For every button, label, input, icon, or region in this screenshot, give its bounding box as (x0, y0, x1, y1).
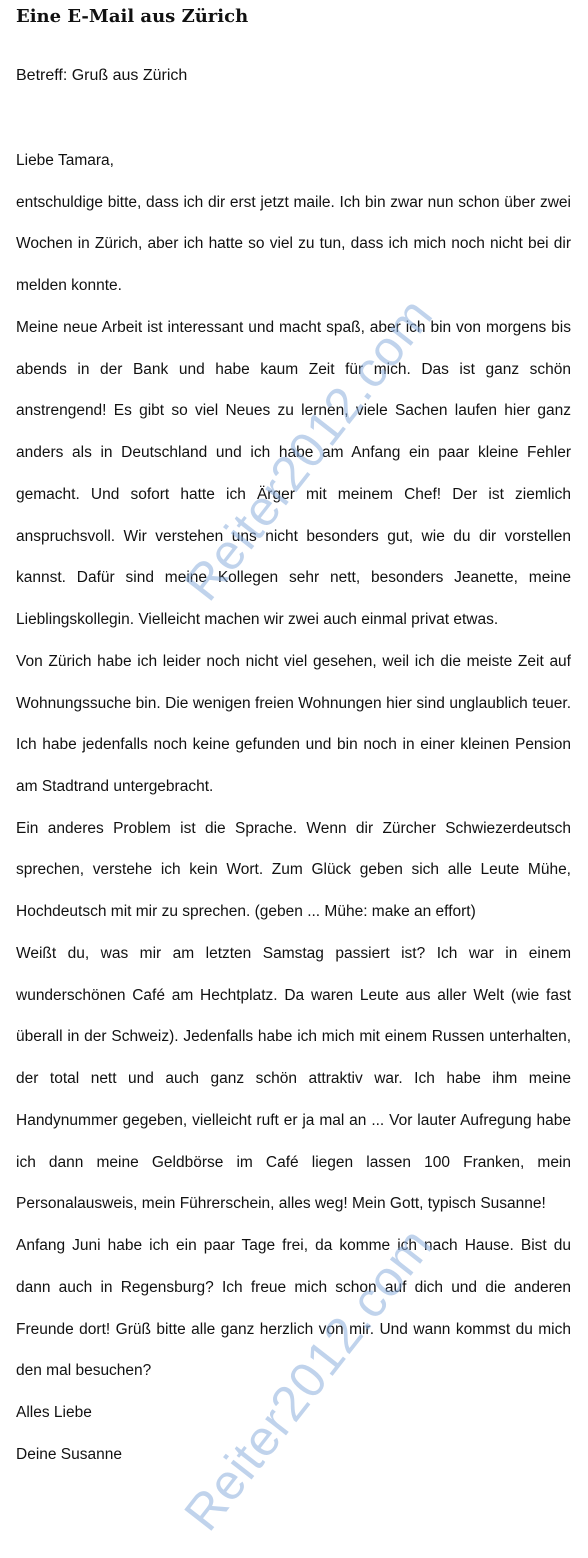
email-body: Liebe Tamara, entschuldige bitte, dass i… (16, 140, 571, 1476)
email-subject: Betreff: Gruß aus Zürich (16, 67, 188, 84)
paragraph-apartment: Von Zürich habe ich leider noch nicht vi… (16, 652, 571, 796)
paragraph-june: Anfang Juni habe ich ein paar Tage frei,… (16, 1237, 571, 1380)
paragraph-language: Ein anderes Problem ist die Sprache. Wen… (16, 819, 571, 921)
paragraph-work: Meine neue Arbeit ist interessant und ma… (16, 318, 571, 629)
closing: Alles Liebe (16, 1404, 92, 1422)
salutation: Liebe Tamara, (16, 152, 114, 169)
paragraph-intro: entschuldige bitte, dass ich dir erst je… (16, 193, 571, 295)
document-title: Eine E-Mail aus Zürich (16, 6, 249, 27)
signature: Deine Susanne (16, 1445, 122, 1463)
document-page: Eine E-Mail aus Zürich Betreff: Gruß aus… (0, 0, 588, 1558)
paragraph-saturday: Weißt du, was mir am letzten Samstag pas… (16, 944, 571, 1213)
